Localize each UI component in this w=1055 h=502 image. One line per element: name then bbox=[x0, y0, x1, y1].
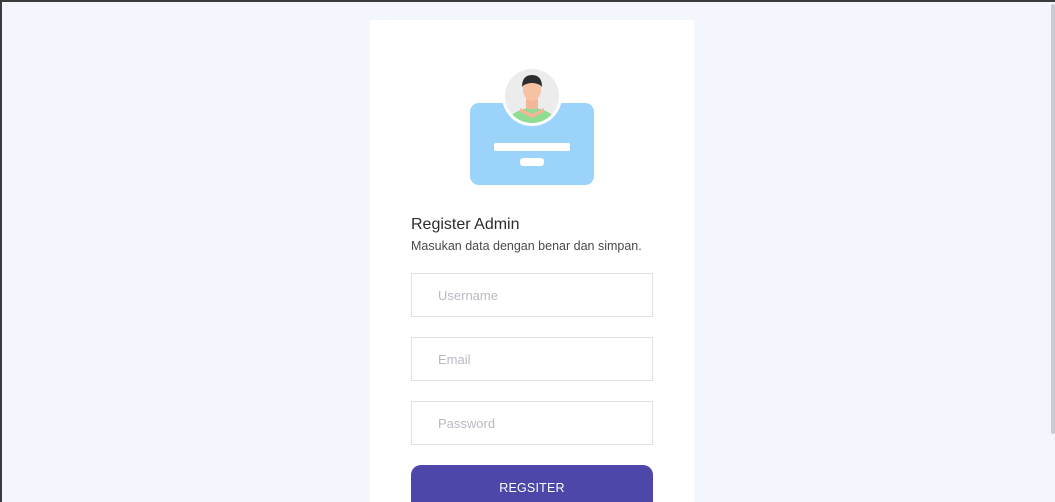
form-subtitle: Masukan data dengan benar dan simpan. bbox=[411, 239, 642, 253]
scrollbar[interactable] bbox=[1051, 4, 1055, 434]
form-title: Register Admin bbox=[411, 216, 520, 233]
register-card: Register Admin Masukan data dengan benar… bbox=[370, 20, 694, 502]
page-background: Register Admin Masukan data dengan benar… bbox=[0, 0, 1055, 502]
register-button[interactable]: REGSITER bbox=[411, 465, 653, 502]
admin-id-card-icon bbox=[470, 66, 594, 185]
username-input[interactable] bbox=[411, 273, 653, 317]
password-input[interactable] bbox=[411, 401, 653, 445]
email-input[interactable] bbox=[411, 337, 653, 381]
